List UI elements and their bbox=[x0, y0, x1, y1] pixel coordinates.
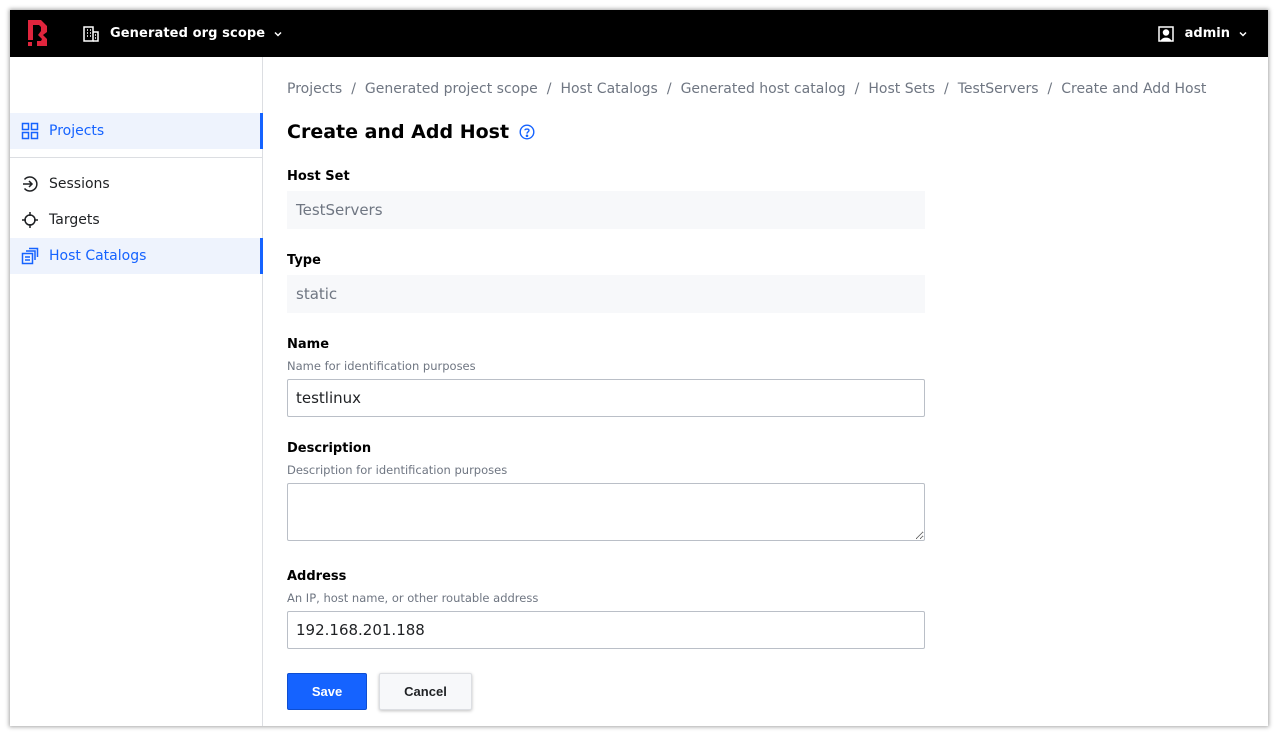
org-scope-switcher[interactable]: Generated org scope bbox=[82, 10, 283, 57]
building-icon bbox=[83, 25, 99, 42]
cancel-button[interactable]: Cancel bbox=[379, 673, 472, 710]
host-catalog-icon bbox=[21, 247, 39, 265]
save-button[interactable]: Save bbox=[287, 673, 367, 710]
host-set-label: Host Set bbox=[287, 169, 350, 184]
sidebar-item-projects[interactable]: Projects bbox=[10, 113, 263, 149]
breadcrumb-separator: / bbox=[351, 81, 356, 97]
sidebar-item-host-catalogs[interactable]: Host Catalogs bbox=[10, 238, 263, 274]
type-label: Type bbox=[287, 253, 321, 268]
breadcrumb-item[interactable]: Generated project scope bbox=[365, 81, 538, 97]
app-window: Generated org scope admin Projects Sessi… bbox=[10, 10, 1268, 726]
host-set-field: TestServers bbox=[287, 191, 925, 229]
description-label: Description bbox=[287, 441, 372, 456]
breadcrumb-separator: / bbox=[854, 81, 860, 97]
chevron-down-icon bbox=[274, 31, 282, 37]
sidebar-divider bbox=[10, 157, 262, 158]
breadcrumb-item[interactable]: Host Catalogs bbox=[560, 81, 657, 97]
address-label: Address bbox=[287, 569, 347, 584]
breadcrumb-item[interactable]: Host Sets bbox=[868, 81, 935, 97]
user-label: admin bbox=[1184, 26, 1230, 41]
org-scope-label: Generated org scope bbox=[110, 26, 266, 41]
session-arrow-icon bbox=[21, 175, 39, 193]
address-help-text: An IP, host name, or other routable addr… bbox=[287, 591, 539, 605]
sidebar-item-sessions[interactable]: Sessions bbox=[10, 166, 262, 202]
crosshair-icon bbox=[21, 211, 39, 229]
breadcrumb-separator: / bbox=[666, 81, 672, 97]
sidebar-item-label: Sessions bbox=[49, 176, 110, 192]
user-menu[interactable]: admin bbox=[1157, 10, 1248, 57]
name-help-text: Name for identification purposes bbox=[287, 359, 476, 373]
page-title: Create and Add Host bbox=[287, 121, 535, 143]
breadcrumb-item[interactable]: Projects bbox=[287, 81, 342, 97]
description-help-text: Description for identification purposes bbox=[287, 463, 508, 477]
breadcrumb-separator: / bbox=[944, 81, 949, 97]
top-bar: Generated org scope admin bbox=[10, 10, 1268, 57]
sidebar-item-label: Projects bbox=[49, 123, 105, 139]
breadcrumb: Projects / Generated project scope / Hos… bbox=[287, 81, 1206, 97]
sidebar: Projects Sessions Targets Host Catalogs bbox=[10, 57, 263, 726]
name-label: Name bbox=[287, 337, 330, 352]
type-field: static bbox=[287, 275, 925, 313]
chevron-down-icon bbox=[1239, 31, 1247, 37]
breadcrumb-separator: / bbox=[1047, 81, 1053, 97]
breadcrumb-separator: / bbox=[546, 81, 552, 97]
sidebar-item-label: Host Catalogs bbox=[49, 248, 147, 264]
description-textarea[interactable] bbox=[287, 483, 925, 541]
address-input[interactable]: 192.168.201.188 bbox=[287, 611, 925, 649]
name-input[interactable]: testlinux bbox=[287, 379, 925, 417]
breadcrumb-current[interactable]: Create and Add Host bbox=[1061, 81, 1206, 97]
help-icon[interactable] bbox=[519, 124, 535, 140]
sidebar-item-label: Targets bbox=[49, 212, 100, 228]
breadcrumb-item[interactable]: TestServers bbox=[958, 81, 1039, 97]
user-icon bbox=[1157, 25, 1174, 42]
breadcrumb-item[interactable]: Generated host catalog bbox=[681, 81, 846, 97]
grid-icon bbox=[21, 122, 39, 140]
boundary-logo-icon[interactable] bbox=[26, 19, 50, 47]
sidebar-item-targets[interactable]: Targets bbox=[10, 202, 262, 238]
page-title-text: Create and Add Host bbox=[287, 121, 510, 143]
